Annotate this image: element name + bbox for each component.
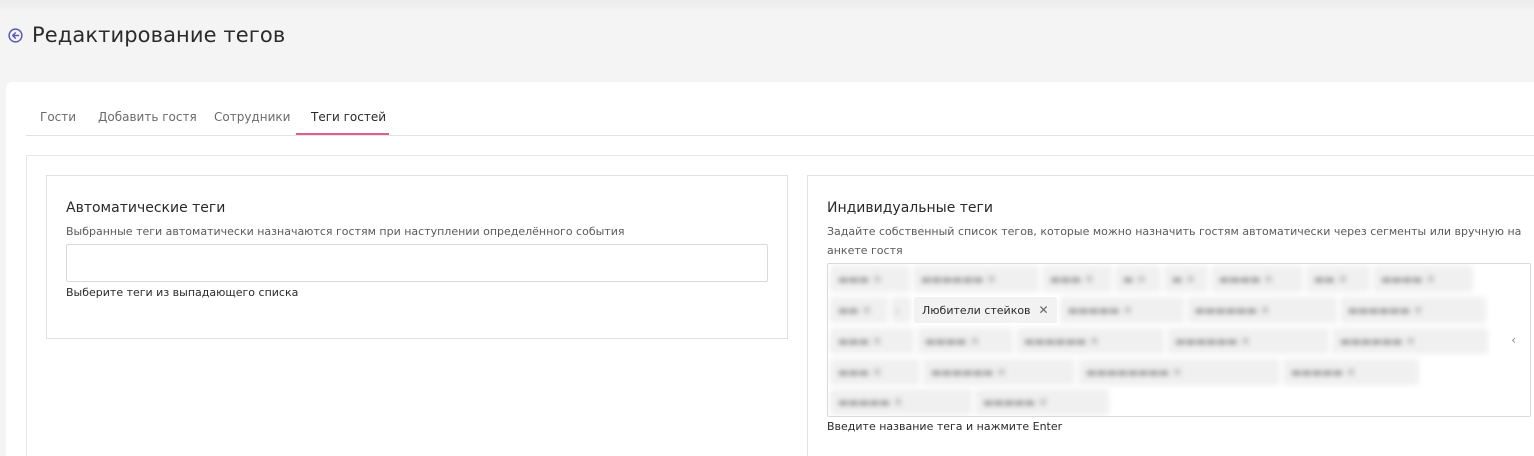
- blurred-tag: ▬▬▬ ✕: [830, 328, 914, 354]
- blurred-tag: ▬▬▬ ✕: [1042, 266, 1112, 292]
- blurred-tag: ▬▬▬▬▬▬ ✕: [1186, 297, 1337, 323]
- chevron-left-icon: ‹: [1511, 333, 1516, 347]
- auto-tags-select[interactable]: [66, 244, 768, 282]
- blurred-tag: ▬▬▬▬▬▬ ✕: [1332, 328, 1488, 354]
- tag-row: ▬▬▬ ✕ ▬▬▬▬▬▬ ✕ ▬▬▬ ✕ ▬ ✕ ▬ ✕ ▬▬▬▬ ✕ ▬▬ ✕…: [830, 266, 1473, 292]
- arrow-left-circle-icon[interactable]: [8, 28, 23, 43]
- individual-tags-title: Индивидуальные теги: [827, 200, 993, 216]
- blurred-tag: ▬▬▬▬▬▬▬▬ ✕: [1078, 359, 1280, 385]
- tags-panel: Автоматические теги Выбранные теги автом…: [26, 155, 1534, 456]
- blurred-tag: ▬▬▬▬▬▬ ✕: [1167, 328, 1329, 354]
- tag-row: ▬▬▬▬▬ ✕ ▬▬▬▬▬ ✕: [830, 389, 1109, 415]
- auto-tags-title: Автоматические теги: [66, 200, 226, 216]
- blurred-tag: ▬▬▬▬▬ ✕: [1283, 359, 1419, 385]
- auto-tags-card: Автоматические теги Выбранные теги автом…: [46, 175, 788, 339]
- auto-tags-hint: Выберите теги из выпадающего списка: [66, 286, 299, 299]
- individual-tags-description: Задайте собственный список тегов, которы…: [827, 222, 1521, 260]
- individual-tags-hint: Введите название тега и нажмите Enter: [827, 420, 1063, 433]
- tabs-bar: Гости Добавить гостя Сотрудники Теги гос…: [26, 102, 1534, 136]
- individual-tags-card: Индивидуальные теги Задайте собственный …: [807, 175, 1534, 456]
- tag-chip[interactable]: Любители стейков ✕: [914, 297, 1057, 323]
- page-header: Редактирование тегов: [0, 0, 1534, 82]
- blurred-tag: ▬▬▬▬▬▬ ✕: [1339, 297, 1486, 323]
- blurred-tag: ▬▬▬▬ ✕: [1211, 266, 1303, 292]
- blurred-tag: ▬▬▬▬▬ ✕: [830, 389, 972, 415]
- blurred-tag: ▬▬▬▬▬▬ ✕: [913, 266, 1039, 292]
- tab-guests[interactable]: Гости: [40, 110, 76, 136]
- blurred-tag: ▬▬▬ ✕: [830, 266, 910, 292]
- individual-tags-input[interactable]: ▬▬▬ ✕ ▬▬▬▬▬▬ ✕ ▬▬▬ ✕ ▬ ✕ ▬ ✕ ▬▬▬▬ ✕ ▬▬ ✕…: [827, 263, 1531, 417]
- tab-add-guest[interactable]: Добавить гостя: [98, 110, 197, 136]
- tag-row: ▬▬▬ ✕ ▬▬▬▬ ✕ ▬▬▬▬▬▬ ✕ ▬▬▬▬▬▬ ✕ ▬▬▬▬▬▬ ✕: [830, 328, 1488, 354]
- close-icon[interactable]: ✕: [1039, 303, 1049, 317]
- blurred-tag: ▬▬ ✕: [830, 297, 888, 323]
- main-card: Гости Добавить гостя Сотрудники Теги гос…: [6, 82, 1534, 456]
- page-title: Редактирование тегов: [32, 23, 286, 47]
- blurred-tag: ▬ ✕: [1164, 266, 1208, 292]
- blurred-tag: ‹: [891, 297, 911, 323]
- tab-staff[interactable]: Сотрудники: [214, 110, 290, 136]
- blurred-tag: ▬▬▬▬▬▬ ✕: [923, 359, 1075, 385]
- tag-chip-label: Любители стейков: [922, 303, 1031, 317]
- tag-row: ▬▬ ✕ ‹ Любители стейков ✕ ▬▬▬▬▬ ✕ ▬▬▬▬▬▬…: [830, 297, 1486, 323]
- blurred-tag: ▬▬▬▬ ✕: [1373, 266, 1473, 292]
- blurred-tag: ▬ ✕: [1115, 266, 1161, 292]
- auto-tags-description: Выбранные теги автоматически назначаются…: [66, 225, 625, 238]
- blurred-tag: ▬▬▬▬▬▬ ✕: [1016, 328, 1164, 354]
- tag-row: ▬▬▬ ✕ ▬▬▬▬▬▬ ✕ ▬▬▬▬▬▬▬▬ ✕ ▬▬▬▬▬ ✕: [830, 359, 1419, 385]
- active-tab-indicator: [296, 133, 389, 135]
- blurred-tag: ▬▬▬▬ ✕: [917, 328, 1013, 354]
- individual-tags-description-line2: анкете гостя: [827, 244, 903, 257]
- blurred-tag: ▬▬ ✕: [1306, 266, 1370, 292]
- blurred-tag: ▬▬▬▬▬ ✕: [1059, 297, 1184, 323]
- blurred-tag: ▬▬▬ ✕: [830, 359, 920, 385]
- blurred-tag: ▬▬▬▬▬ ✕: [975, 389, 1109, 415]
- individual-tags-description-line1: Задайте собственный список тегов, которы…: [827, 225, 1522, 238]
